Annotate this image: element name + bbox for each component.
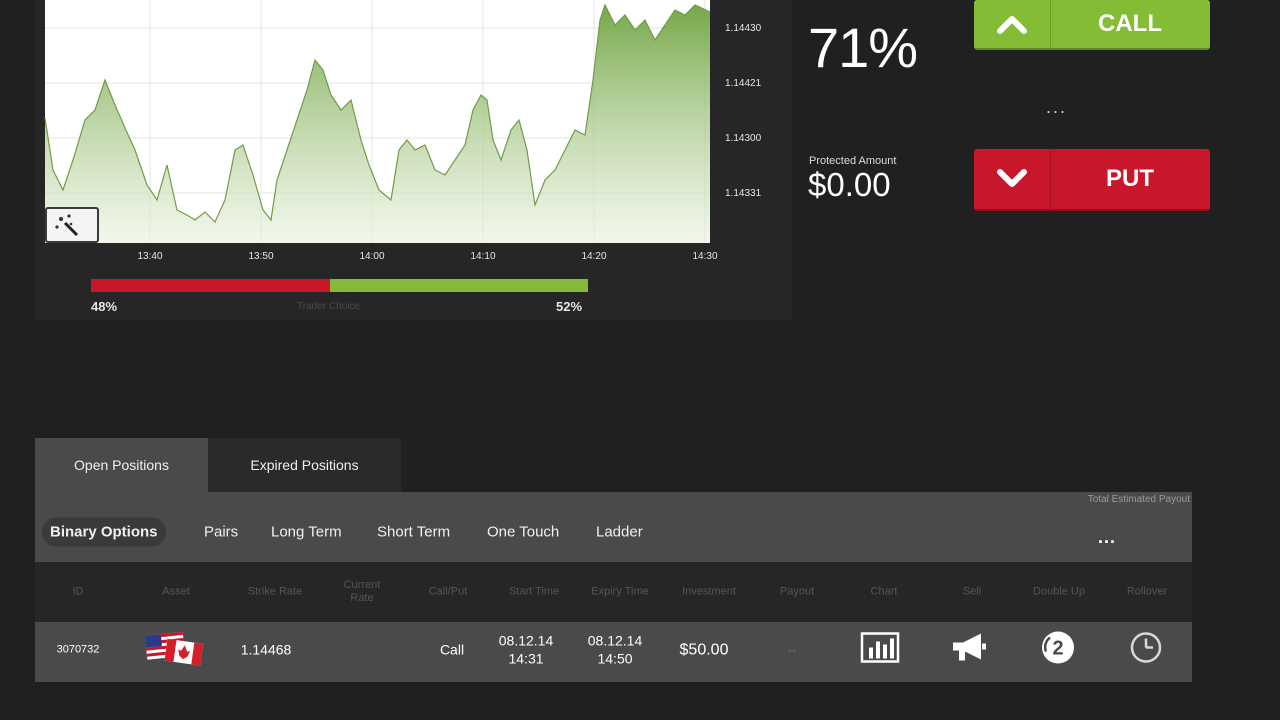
sentiment-call-fill [330,279,588,292]
put-button[interactable]: PUT [974,149,1210,211]
sentiment-put-percent: 48% [91,299,118,314]
subtab-long-term[interactable]: Long Term [271,524,342,541]
put-button-label: PUT [1106,165,1154,192]
cell-start-time: 14:31 [508,650,544,667]
tab-expired-positions[interactable]: Expired Positions [208,438,401,492]
chevron-down-icon [974,149,1051,209]
protected-amount-value: $0.00 [808,166,891,203]
cell-call-put: Call [439,641,465,658]
usd-cad-flags-icon [142,630,206,671]
total-payout-value: ... [1098,527,1117,547]
column-header-investment: Investment [682,585,736,598]
trade-loading-dots: ... [1046,97,1068,117]
svg-text:2: 2 [1052,638,1063,660]
y-tick-label: 1.14300 [725,133,762,144]
double-up-icon[interactable]: 2 [1040,630,1076,671]
call-button-label: CALL [1098,10,1162,37]
y-tick-label: 1.14331 [725,188,762,199]
x-tick-label: 13:40 [137,251,163,262]
subtab-short-term[interactable]: Short Term [377,524,450,541]
column-header-sell: Sell [962,585,982,598]
chevron-up-icon [974,0,1051,48]
column-header-id: ID [72,585,84,598]
column-header-current-rate: Current Rate [343,579,381,604]
sentiment-call-percent: 52% [556,299,583,314]
cell-payout: -- [787,641,797,658]
column-header-payout: Payout [779,585,815,598]
cell-expiry-time: 14:50 [597,650,633,667]
call-button[interactable]: CALL [974,0,1210,50]
y-tick-label: 1.14430 [725,23,762,34]
clock-icon[interactable] [1129,631,1163,670]
payout-percent: 71% [808,16,918,79]
column-header-call-put: Call/Put [428,585,468,598]
megaphone-icon[interactable] [949,631,989,670]
cell-start-date: 08.12.14 [498,632,554,649]
x-tick-label: 14:20 [581,251,607,262]
x-tick-label: 14:30 [692,251,718,262]
total-payout-label: Total Estimated Payout [1087,494,1190,505]
chart-tool-button[interactable] [45,207,99,243]
cell-strike-rate: 1.14468 [240,641,292,658]
magic-wand-icon [55,214,79,237]
x-tick-label: 13:50 [248,251,274,262]
cell-investment: $50.00 [679,641,729,659]
column-header-strike-rate: Strike Rate [247,585,303,598]
price-chart[interactable] [35,0,792,320]
subtab-one-touch[interactable]: One Touch [487,524,559,541]
column-header-double-up: Double Up [1033,585,1085,598]
x-tick-label: 14:10 [470,251,496,262]
subtab-pairs[interactable]: Pairs [204,524,238,541]
subtab-ladder[interactable]: Ladder [596,524,643,541]
chart-panel: 1.14430 1.14421 1.14300 1.14331 13:40 13… [35,0,792,320]
column-header-rollover: Rollover [1126,585,1168,598]
trader-sentiment-bar [91,279,588,292]
y-tick-label: 1.14421 [725,78,762,89]
cell-expiry-date: 08.12.14 [587,632,643,649]
column-header-chart: Chart [870,585,898,598]
column-header-expiry-time: Expiry Time [591,585,649,598]
cell-id: 3070732 [56,643,100,656]
sentiment-label: Trader Choice [297,301,360,312]
column-header-start-time: Start Time [508,585,560,598]
tab-open-positions[interactable]: Open Positions [35,438,208,492]
x-tick-label: 14:00 [359,251,385,262]
bar-chart-icon[interactable] [860,632,900,669]
column-header-asset: Asset [162,585,190,598]
sentiment-put-fill [91,279,330,292]
subtab-binary-options[interactable]: Binary Options [42,517,166,547]
